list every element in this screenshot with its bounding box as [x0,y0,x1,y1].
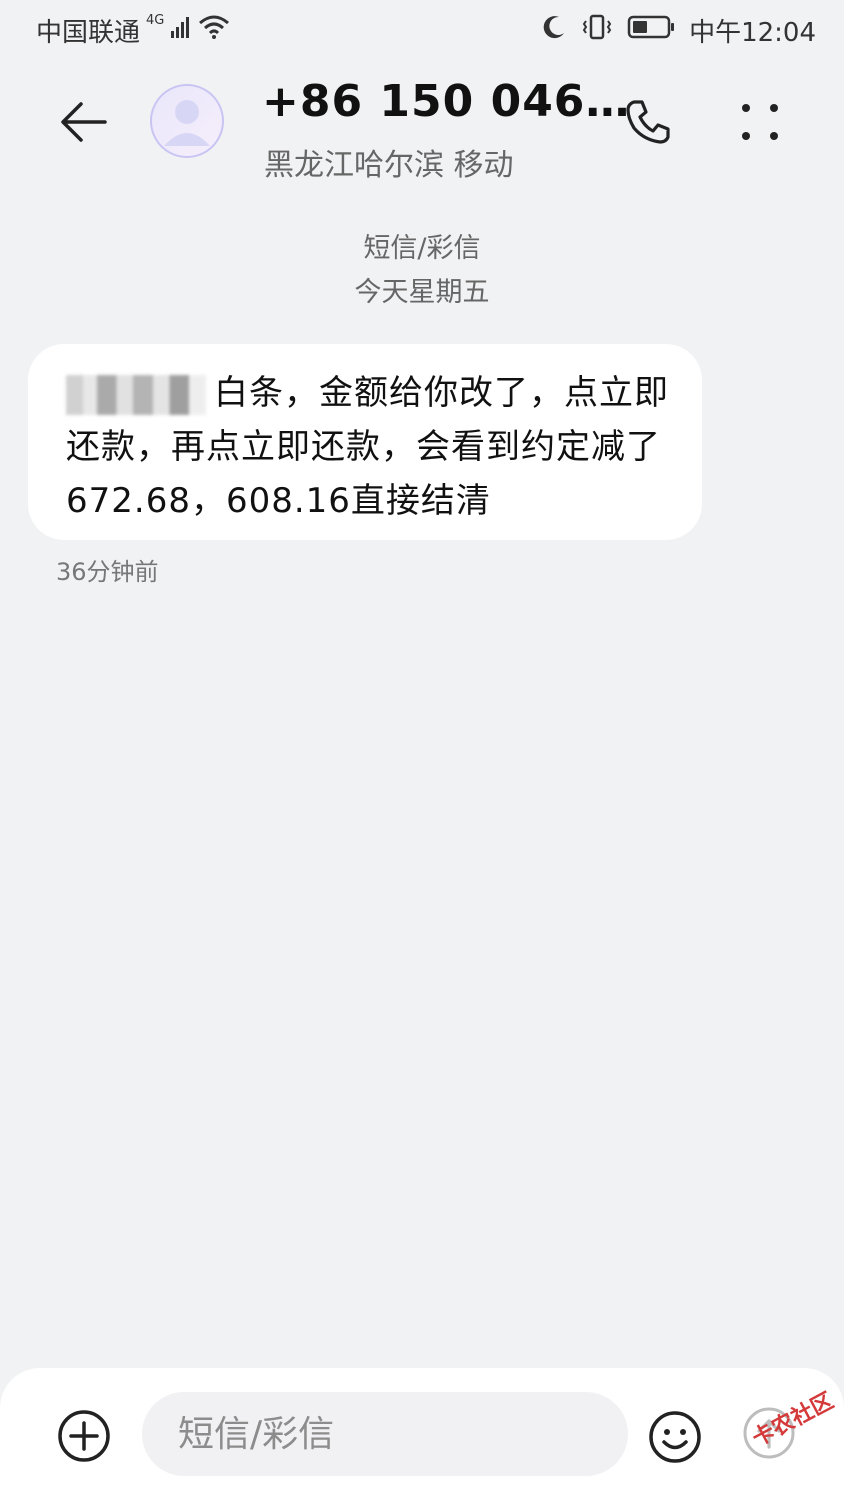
battery-icon [627,14,675,47]
conversation-date: 今天星期五 [354,277,490,308]
status-bar: 中国联通 4G 中午12:04 [0,0,844,60]
phone-icon [626,100,670,144]
add-icon [58,1410,110,1462]
vibrate-icon [581,14,613,47]
contact-location: 黑龙江哈尔滨 移动 [264,148,514,183]
message-timestamp: 36分钟前 [56,558,159,586]
signal-icon [170,15,192,46]
carrier-name: 中国联通 [36,18,141,48]
conversation-header: +86 150 046… 黑龙江哈尔滨 移动 [0,70,844,190]
network-type: 4G [146,13,165,28]
composer-bar [0,1368,844,1500]
redacted-text [66,374,206,415]
message-channel-label: 短信/彩信 [363,233,481,264]
contact-avatar[interactable] [150,84,224,158]
back-arrow-icon [61,102,107,142]
moon-icon [541,14,567,47]
emoji-icon [649,1411,701,1463]
clock-time: 中午12:04 [689,18,816,48]
wifi-icon [198,14,230,47]
emoji-button[interactable] [646,1408,704,1466]
call-button[interactable] [618,92,678,152]
back-button[interactable] [52,90,116,154]
more-button[interactable] [730,92,790,152]
contact-name: +86 150 046… [262,76,631,127]
message-input[interactable] [142,1392,628,1476]
more-icon [742,104,778,140]
message-bubble[interactable]: 白条，金额给你改了，点立即还款，再点立即还款，会看到约定减了672.68，608… [28,344,702,540]
add-attachment-button[interactable] [56,1408,112,1464]
avatar-icon [164,100,210,146]
